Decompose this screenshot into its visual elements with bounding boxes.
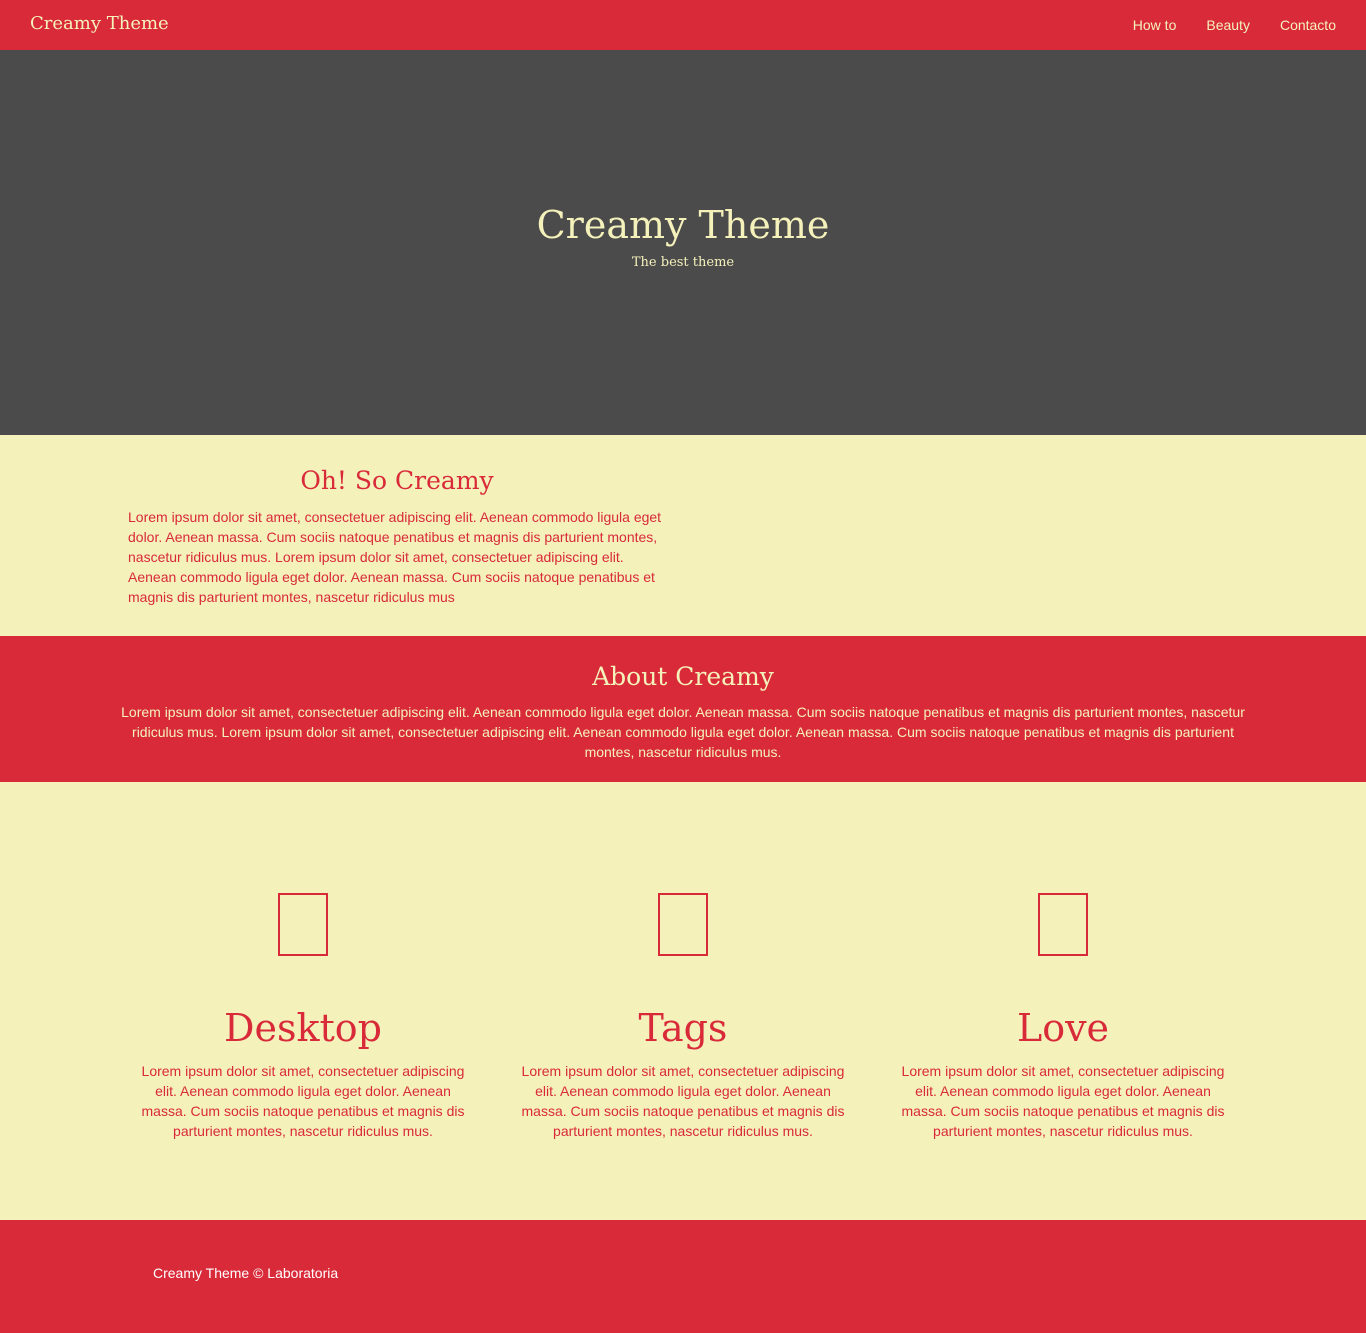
nav-link-how-to[interactable]: How to bbox=[1133, 17, 1177, 33]
intro-text: Lorem ipsum dolor sit amet, consectetuer… bbox=[128, 509, 662, 605]
feature-title: Tags bbox=[638, 1006, 728, 1050]
feature-text: Lorem ipsum dolor sit amet, consectetuer… bbox=[141, 1063, 465, 1139]
nav-link-beauty[interactable]: Beauty bbox=[1206, 17, 1250, 33]
about-section: About Creamy Lorem ipsum dolor sit amet,… bbox=[0, 636, 1366, 782]
hero-subtitle: The best theme bbox=[631, 255, 735, 270]
missing-glyph-icon bbox=[1038, 893, 1088, 956]
feature-title: Love bbox=[1016, 1006, 1110, 1050]
hero-title: Creamy Theme bbox=[536, 203, 830, 247]
about-text: Lorem ipsum dolor sit amet, consectetuer… bbox=[121, 704, 1245, 760]
footer: Creamy Theme © Laboratoria bbox=[0, 1220, 1366, 1333]
feature-text: Lorem ipsum dolor sit amet, consectetuer… bbox=[901, 1063, 1225, 1139]
intro-section: Oh! So Creamy Lorem ipsum dolor sit amet… bbox=[0, 435, 1366, 636]
features-section: Desktop Lorem ipsum dolor sit amet, cons… bbox=[0, 782, 1366, 1220]
feature-title: Desktop bbox=[224, 1006, 382, 1050]
missing-glyph-icon bbox=[658, 893, 708, 956]
nav-link-contacto[interactable]: Contacto bbox=[1280, 17, 1336, 33]
about-title: About Creamy bbox=[592, 662, 774, 691]
navbar: Creamy Theme How to Beauty Contacto bbox=[0, 0, 1366, 50]
nav-links: How to Beauty Contacto bbox=[1133, 17, 1336, 33]
feature-text: Lorem ipsum dolor sit amet, consectetuer… bbox=[521, 1063, 845, 1139]
hero-section: Creamy Theme The best theme bbox=[0, 50, 1366, 435]
missing-glyph-icon bbox=[278, 893, 328, 956]
intro-title: Oh! So Creamy bbox=[300, 466, 494, 495]
brand-link[interactable]: Creamy Theme bbox=[30, 13, 169, 34]
footer-text: Creamy Theme © Laboratoria bbox=[153, 1265, 339, 1281]
